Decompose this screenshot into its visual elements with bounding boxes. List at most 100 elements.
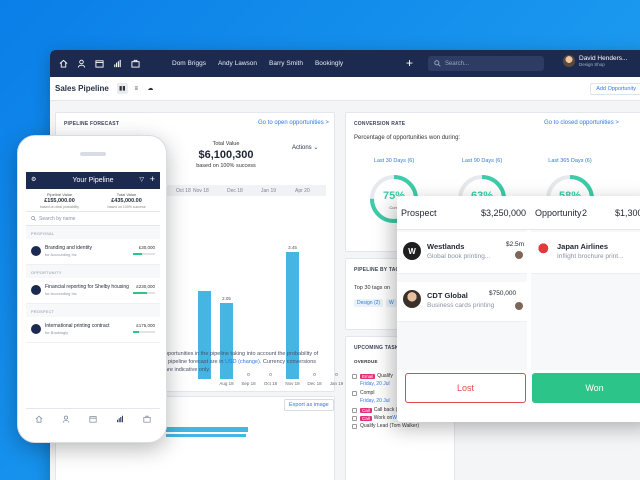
item-value: £175,000 (136, 323, 155, 328)
data-label: 2.05 (222, 296, 231, 302)
total-value-stat: Total Value £435,000.00 based on 100% su… (93, 189, 160, 211)
japan-airlines-logo-icon (537, 242, 551, 256)
task-text: Qualify (377, 373, 393, 379)
item-progress (133, 253, 155, 255)
item-progress (133, 331, 155, 333)
list-item[interactable]: International printing contract for Book… (26, 317, 160, 343)
tag-chip[interactable]: Design (2) (354, 299, 384, 307)
kanban-header: Prospect $3,250,000 Opportunity 2 $1,300… (397, 196, 640, 230)
stat-label: Total Value (116, 192, 137, 197)
list-item[interactable]: Branding and identity for Accounting Inc… (26, 239, 160, 265)
board-view-icon[interactable]: ▮▮ (116, 83, 128, 94)
list-view-icon[interactable]: ≡ (131, 83, 142, 94)
tags-heading: PIPELINE BY TAG (354, 267, 400, 273)
mobile-phone-mockup: ⚙ Your Pipeline ▽ + Pipeline Value £155,… (17, 135, 167, 443)
task-text: Qualify Lead (Tom Walker) (360, 423, 419, 429)
avatar (515, 251, 523, 259)
search-icon (434, 60, 441, 67)
progress-fill (133, 253, 142, 255)
nav-link-barry-smith[interactable]: Barry Smith (269, 60, 303, 67)
item-title: International printing contract (45, 323, 110, 329)
calendar-icon[interactable] (92, 57, 106, 71)
plus-icon[interactable]: + (150, 174, 155, 184)
stat-label: Pipeline Value (46, 192, 73, 197)
plus-icon[interactable]: + (406, 56, 413, 70)
lost-button[interactable]: Lost (405, 373, 526, 403)
list-item[interactable]: Financial reporting for Shelby housing f… (26, 278, 160, 304)
section-heading: PROSPECT (26, 304, 160, 317)
deal-amount: $750,000 (489, 290, 517, 297)
pipeline-value-stat: Pipeline Value £155,000.00 based on deal… (26, 189, 93, 211)
task-text: Friday, 20 Jul (360, 398, 390, 404)
user-icon[interactable] (62, 415, 70, 423)
checkbox[interactable] (352, 373, 357, 379)
closed-opportunities-link[interactable]: Go to closed opportunities > (544, 120, 619, 126)
user-info: David Henders... Design Shop (579, 55, 627, 67)
caption-text: t pipeline forecast are in (165, 359, 225, 365)
deal-name: Westlands (427, 242, 465, 251)
deal-card[interactable]: Japan Airlines Inflight brochure print..… (531, 232, 640, 274)
ring-label: Last 365 Days (6) (548, 158, 592, 164)
gear-icon[interactable]: ⚙ (31, 176, 36, 183)
summary-bar (166, 427, 248, 432)
deal-info: Japan Airlines Inflight brochure print..… (557, 242, 623, 260)
item-title: Financial reporting for Shelby housing (45, 284, 129, 290)
forecast-view-icon[interactable]: ☁ (145, 83, 156, 94)
mobile-title: Your Pipeline (72, 177, 114, 184)
task-row[interactable]: Qualify Lead (Tom Walker) (352, 423, 419, 429)
task-text: Compl (360, 390, 375, 396)
deal-card[interactable]: W Westlands Global book printing... $2.5… (397, 232, 527, 274)
home-icon[interactable] (56, 57, 70, 71)
forecast-caption: pportunities in the pipeline taking into… (165, 350, 335, 374)
company-logo-icon (31, 285, 41, 295)
tag-chip[interactable]: W (386, 299, 397, 307)
stat-value: £155,000.00 (44, 198, 75, 204)
search-input[interactable]: Search... (428, 56, 544, 71)
deal-name: CDT Global (427, 291, 468, 300)
checkbox[interactable] (352, 423, 357, 429)
deal-card[interactable]: CDT Global Business cards printing $750,… (397, 282, 527, 322)
checkbox[interactable] (352, 390, 357, 396)
avatar (403, 290, 421, 308)
user-icon[interactable] (74, 57, 88, 71)
stat-sub: based on 100% success (107, 205, 146, 209)
calendar-icon[interactable] (89, 415, 97, 423)
mobile-search-input[interactable]: Search by name (26, 212, 160, 226)
user-menu[interactable]: David Henders... Design Shop (563, 55, 627, 67)
item-progress (133, 292, 155, 294)
caption-text: . Currency conversions (259, 359, 317, 365)
checkbox[interactable] (352, 415, 357, 421)
stat-sub: based on deal probability (40, 205, 79, 209)
x-tick-label: Sep 18 (241, 381, 256, 386)
section-heading: OPPORTUNITY (26, 265, 160, 278)
chart-icon[interactable] (110, 57, 124, 71)
task-type-badge: Email (360, 373, 376, 379)
briefcase-icon[interactable] (142, 415, 151, 423)
mobile-screen: ⚙ Your Pipeline ▽ + Pipeline Value £155,… (26, 172, 160, 412)
export-image-button[interactable]: Export as image (284, 399, 334, 411)
won-button[interactable]: Won (532, 373, 640, 403)
ring-label: Last 90 Days (6) (461, 158, 503, 164)
task-row[interactable]: Compl (352, 390, 374, 396)
section-heading: PROPOSAL (26, 226, 160, 239)
home-icon[interactable] (35, 415, 43, 423)
filter-icon[interactable]: ▽ (139, 176, 144, 183)
chart-icon[interactable] (116, 415, 124, 423)
add-opportunity-button[interactable]: Add Opportunity (590, 83, 640, 95)
briefcase-icon[interactable] (128, 57, 142, 71)
mobile-tab-bar (26, 408, 160, 428)
change-currency-link[interactable]: USD (change) (225, 359, 260, 365)
nav-link-andy-lawson[interactable]: Andy Lawson (218, 60, 257, 67)
nav-link-bookingly[interactable]: Bookingly (315, 60, 343, 67)
data-label: 3.45 (288, 244, 297, 250)
x-tick-label: Nov 18 (285, 381, 300, 386)
task-row[interactable]: Email Qualify (352, 373, 393, 379)
progress-fill (133, 292, 148, 294)
checkbox[interactable] (352, 407, 357, 413)
task-type-badge: Call (360, 415, 372, 421)
task-row[interactable]: Friday, 20 Jul (360, 381, 390, 387)
task-row[interactable]: Friday, 20 Jul (360, 398, 390, 404)
deal-amount: $2.5m (506, 241, 525, 248)
forecast-caption-line: pportunities in the pipeline taking into… (165, 351, 319, 357)
nav-link-dom-briggs[interactable]: Dom Briggs (172, 60, 206, 67)
